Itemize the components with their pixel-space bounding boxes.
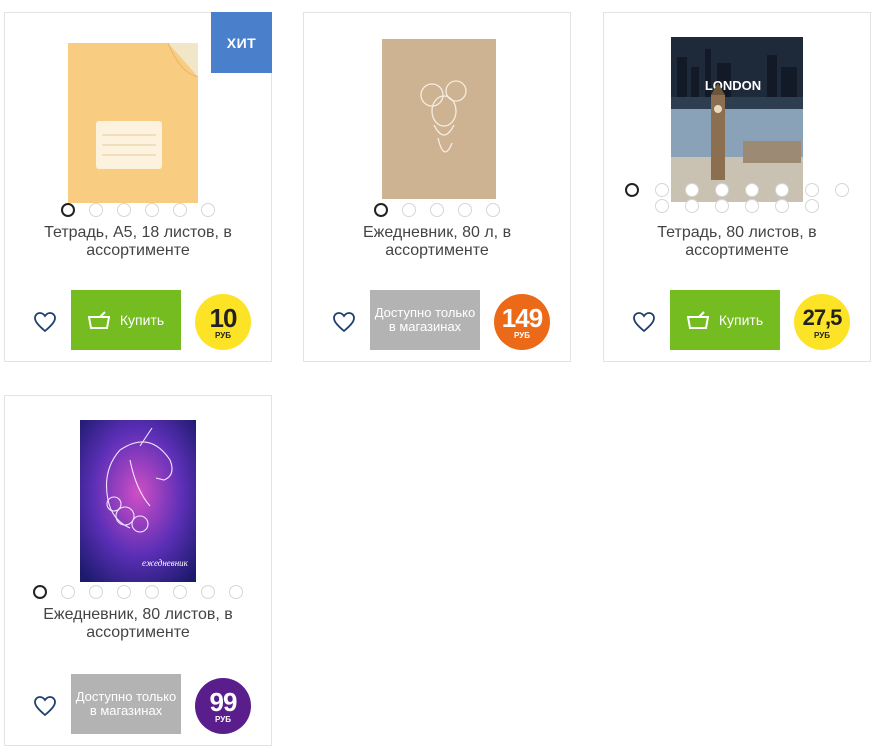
- price-currency: РУБ: [215, 714, 231, 724]
- carousel-dot[interactable]: [89, 585, 103, 599]
- carousel-dot[interactable]: [685, 199, 699, 213]
- image-carousel-dots: [618, 183, 856, 215]
- carousel-dot[interactable]: [775, 199, 789, 213]
- price-currency: РУБ: [514, 330, 530, 340]
- buy-button[interactable]: Купить: [670, 290, 780, 350]
- image-carousel-dots: [5, 585, 271, 601]
- product-image[interactable]: [304, 33, 570, 213]
- carousel-dot[interactable]: [655, 183, 669, 197]
- carousel-dot[interactable]: [745, 199, 759, 213]
- carousel-dot[interactable]: [201, 203, 215, 217]
- store-only-label: Доступно только в магазинах: [71, 674, 181, 734]
- carousel-dot[interactable]: [775, 183, 789, 197]
- product-title[interactable]: Ежедневник, 80 листов, в ассортименте: [19, 606, 257, 642]
- carousel-dot[interactable]: [430, 203, 444, 217]
- price-badge: 149 РУБ: [494, 294, 550, 350]
- carousel-dot[interactable]: [835, 183, 849, 197]
- price-value: 99: [209, 686, 238, 717]
- carousel-dot[interactable]: [173, 585, 187, 599]
- cover-text: LONDON: [705, 78, 761, 93]
- carousel-dot[interactable]: [201, 585, 215, 599]
- carousel-dot[interactable]: [374, 203, 388, 217]
- carousel-dot[interactable]: [89, 203, 103, 217]
- carousel-dot[interactable]: [61, 203, 75, 217]
- buy-button[interactable]: Купить: [71, 290, 181, 350]
- carousel-dot[interactable]: [805, 183, 819, 197]
- basket-icon: [686, 311, 709, 329]
- cover-text: ежедневник: [142, 558, 189, 568]
- carousel-dot[interactable]: [229, 585, 243, 599]
- carousel-dot[interactable]: [715, 183, 729, 197]
- price-currency: РУБ: [814, 330, 830, 340]
- price-currency: РУБ: [215, 330, 231, 340]
- price-badge: 27,5 РУБ: [794, 294, 850, 350]
- product-card: LONDON Тетрадь, 80 листов, в ассортимент…: [603, 12, 871, 362]
- product-title[interactable]: Тетрадь, 80 листов, в ассортименте: [618, 224, 856, 260]
- carousel-dot[interactable]: [61, 585, 75, 599]
- heart-icon[interactable]: [33, 694, 57, 718]
- carousel-dot[interactable]: [625, 183, 639, 197]
- product-title[interactable]: Тетрадь, А5, 18 листов, в ассортименте: [19, 224, 257, 260]
- store-only-label: Доступно только в магазинах: [370, 290, 480, 350]
- carousel-dot[interactable]: [805, 199, 819, 213]
- price-badge: 99 РУБ: [195, 678, 251, 734]
- basket-icon: [87, 311, 110, 329]
- image-carousel-dots: [5, 203, 271, 219]
- carousel-dot[interactable]: [486, 203, 500, 217]
- carousel-dot[interactable]: [117, 203, 131, 217]
- carousel-dot[interactable]: [33, 585, 47, 599]
- buy-button-label: Купить: [718, 312, 764, 328]
- carousel-dot[interactable]: [655, 199, 669, 213]
- product-card: ХИТ Тетрадь, А5, 18 листов, в ассортимен…: [4, 12, 272, 362]
- heart-icon[interactable]: [332, 310, 356, 334]
- carousel-dot[interactable]: [745, 183, 759, 197]
- carousel-dot[interactable]: [402, 203, 416, 217]
- carousel-dot[interactable]: [685, 183, 699, 197]
- carousel-dot[interactable]: [117, 585, 131, 599]
- carousel-dot[interactable]: [145, 585, 159, 599]
- product-image[interactable]: ежедневник: [5, 420, 271, 600]
- heart-icon[interactable]: [33, 310, 57, 334]
- product-card: Ежедневник, 80 л, в ассортименте Доступн…: [303, 12, 571, 362]
- price-badge: 10 РУБ: [195, 294, 251, 350]
- product-card: ежедневник Ежедневник, 80 листов, в ассо…: [4, 395, 272, 746]
- price-value: 27,5: [802, 304, 843, 330]
- carousel-dot[interactable]: [145, 203, 159, 217]
- hit-badge: ХИТ: [211, 12, 272, 73]
- price-value: 10: [209, 302, 238, 333]
- carousel-dot[interactable]: [458, 203, 472, 217]
- price-value: 149: [501, 302, 543, 333]
- heart-icon[interactable]: [632, 310, 656, 334]
- buy-button-label: Купить: [119, 312, 165, 328]
- carousel-dot[interactable]: [715, 199, 729, 213]
- image-carousel-dots: [304, 203, 570, 219]
- product-title[interactable]: Ежедневник, 80 л, в ассортименте: [318, 224, 556, 260]
- carousel-dot[interactable]: [173, 203, 187, 217]
